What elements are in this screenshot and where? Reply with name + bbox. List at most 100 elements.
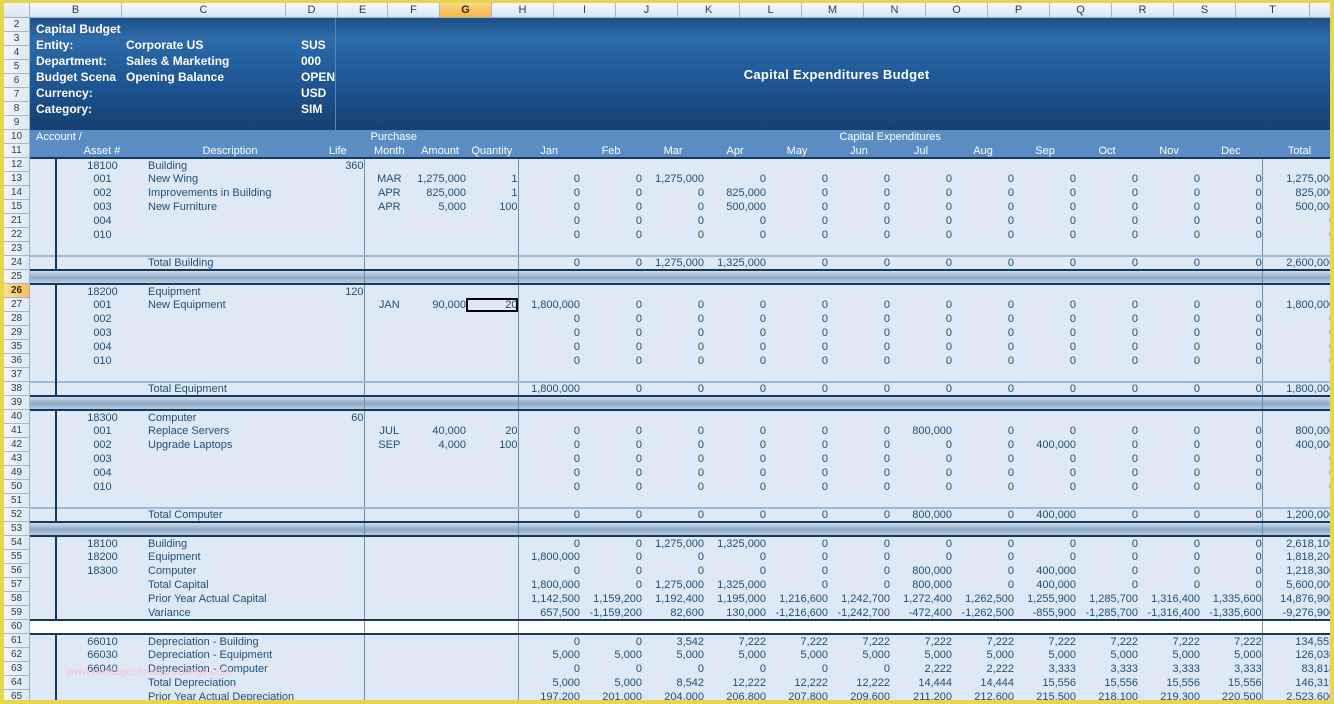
asset-amount[interactable] <box>414 312 467 326</box>
section-blank-month[interactable] <box>828 157 891 172</box>
section-blank-month[interactable] <box>704 157 767 172</box>
asset-amount[interactable] <box>414 326 467 340</box>
asset-amount[interactable]: 1,275,000 <box>414 172 467 186</box>
asset-amount[interactable]: 90,000 <box>414 298 467 312</box>
row-header-22[interactable]: 22 <box>4 228 29 242</box>
sheet-corner[interactable] <box>4 3 30 17</box>
asset-month[interactable]: SEP <box>363 438 415 452</box>
asset-amount[interactable]: 4,000 <box>414 438 467 452</box>
asset-quantity[interactable] <box>466 452 519 466</box>
asset-spacer[interactable] <box>30 354 56 368</box>
column-header-B[interactable]: B <box>30 3 122 17</box>
asset-quantity[interactable] <box>466 326 519 340</box>
asset-amount[interactable]: 825,000 <box>414 186 467 200</box>
row-header-50[interactable]: 50 <box>4 480 29 494</box>
asset-quantity[interactable]: 20 <box>466 424 519 438</box>
section-blank-month[interactable] <box>1200 157 1263 172</box>
section-blank-month[interactable] <box>1014 283 1077 298</box>
row-header-28[interactable]: 28 <box>4 312 29 326</box>
section-amount-blank[interactable] <box>414 157 467 172</box>
asset-month[interactable] <box>363 214 415 228</box>
section-blank-month[interactable] <box>766 409 829 424</box>
row-header-61[interactable]: 61 <box>4 634 29 648</box>
asset-description[interactable] <box>148 480 312 494</box>
asset-spacer[interactable] <box>30 424 56 438</box>
asset-quantity[interactable] <box>466 354 519 368</box>
column-header-K[interactable]: K <box>678 3 740 17</box>
row-header-35[interactable]: 35 <box>4 340 29 354</box>
row-header-3[interactable]: 3 <box>4 32 29 46</box>
section-blank-month[interactable] <box>952 157 1015 172</box>
asset-month[interactable]: JAN <box>363 298 415 312</box>
asset-quantity[interactable] <box>466 214 519 228</box>
asset-spacer[interactable] <box>30 438 56 452</box>
asset-quantity[interactable]: 100 <box>466 438 519 452</box>
section-blank-month[interactable] <box>580 157 643 172</box>
row-header-15[interactable]: 15 <box>4 200 29 214</box>
row-header-8[interactable]: 8 <box>4 102 29 116</box>
row-header-11[interactable]: 11 <box>4 144 29 158</box>
asset-quantity[interactable] <box>466 480 519 494</box>
asset-month[interactable]: APR <box>363 186 415 200</box>
column-header-E[interactable]: E <box>338 3 388 17</box>
column-header-C[interactable]: C <box>122 3 286 17</box>
asset-month[interactable] <box>363 452 415 466</box>
section-blank-month[interactable] <box>1138 157 1201 172</box>
column-header-R[interactable]: R <box>1112 3 1174 17</box>
asset-spacer[interactable] <box>30 298 56 312</box>
section-blank-total[interactable] <box>1261 409 1330 424</box>
section-blank-month[interactable] <box>704 283 767 298</box>
asset-spacer[interactable] <box>30 466 56 480</box>
asset-description[interactable] <box>148 326 312 340</box>
asset-quantity[interactable]: 100 <box>466 200 519 214</box>
asset-month[interactable] <box>363 466 415 480</box>
asset-quantity[interactable] <box>466 312 519 326</box>
row-header-57[interactable]: 57 <box>4 578 29 592</box>
section-month-blank[interactable] <box>363 283 415 298</box>
asset-month[interactable] <box>363 312 415 326</box>
asset-month[interactable] <box>363 326 415 340</box>
row-header-40[interactable]: 40 <box>4 410 29 424</box>
section-blank-month[interactable] <box>1014 157 1077 172</box>
row-header-39[interactable]: 39 <box>4 396 29 410</box>
section-blank-month[interactable] <box>890 409 953 424</box>
column-header-Q[interactable]: Q <box>1050 3 1112 17</box>
section-spacer[interactable] <box>30 409 56 424</box>
row-header-54[interactable]: 54 <box>4 536 29 550</box>
column-header-L[interactable]: L <box>740 3 802 17</box>
section-blank-month[interactable] <box>828 409 891 424</box>
row-header-43[interactable]: 43 <box>4 452 29 466</box>
section-spacer[interactable] <box>30 283 56 298</box>
asset-amount[interactable] <box>414 480 467 494</box>
section-blank-month[interactable] <box>517 283 581 298</box>
asset-description[interactable] <box>148 228 312 242</box>
row-header-53[interactable]: 53 <box>4 522 29 536</box>
column-header-O[interactable]: O <box>926 3 988 17</box>
column-header-N[interactable]: N <box>864 3 926 17</box>
row-header-62[interactable]: 62 <box>4 648 29 662</box>
column-header-T[interactable]: T <box>1236 3 1310 17</box>
section-blank-month[interactable] <box>766 157 829 172</box>
asset-month[interactable]: JUL <box>363 424 415 438</box>
asset-description[interactable] <box>148 312 312 326</box>
row-header-59[interactable]: 59 <box>4 606 29 620</box>
row-header-36[interactable]: 36 <box>4 354 29 368</box>
asset-description[interactable]: New Wing <box>148 172 312 186</box>
column-header-I[interactable]: I <box>554 3 616 17</box>
asset-description[interactable] <box>148 354 312 368</box>
column-header-H[interactable]: H <box>492 3 554 17</box>
asset-description[interactable]: Replace Servers <box>148 424 312 438</box>
row-header-4[interactable]: 4 <box>4 46 29 60</box>
column-header-M[interactable]: M <box>802 3 864 17</box>
row-header-23[interactable]: 23 <box>4 242 29 256</box>
section-blank-month[interactable] <box>952 283 1015 298</box>
asset-month[interactable] <box>363 340 415 354</box>
row-header-49[interactable]: 49 <box>4 466 29 480</box>
section-blank-month[interactable] <box>642 283 705 298</box>
asset-month[interactable]: APR <box>363 200 415 214</box>
asset-amount[interactable] <box>414 354 467 368</box>
asset-spacer[interactable] <box>30 200 56 214</box>
row-header-52[interactable]: 52 <box>4 508 29 522</box>
asset-spacer[interactable] <box>30 480 56 494</box>
asset-quantity[interactable] <box>466 228 519 242</box>
